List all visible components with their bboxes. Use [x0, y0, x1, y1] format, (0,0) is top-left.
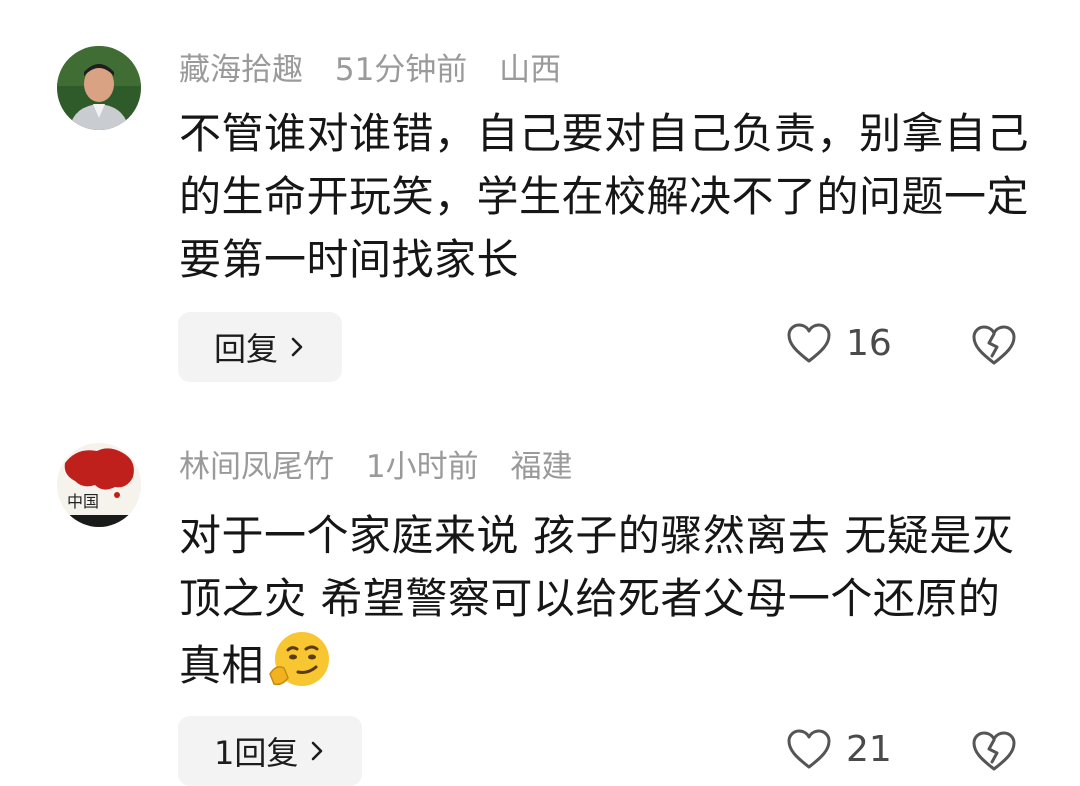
avatar[interactable]: 中国 — [57, 443, 141, 527]
location: 福建 — [510, 449, 573, 485]
like-count: 21 — [846, 728, 892, 770]
heart-outline-icon — [787, 729, 831, 769]
username[interactable]: 藏海拾趣 — [179, 52, 303, 88]
chevron-right-icon — [312, 741, 323, 761]
timestamp: 51分钟前 — [334, 52, 468, 88]
like-count: 16 — [846, 322, 892, 364]
reply-button[interactable]: 回复 — [178, 312, 343, 382]
username[interactable]: 林间凤尾竹 — [179, 449, 334, 485]
person-photo-avatar-icon — [57, 46, 141, 130]
broken-heart-icon — [972, 731, 1016, 771]
reply-label: 回复 — [214, 330, 279, 368]
avatar[interactable] — [57, 46, 141, 130]
heart-outline-icon — [787, 323, 831, 363]
dislike-button[interactable] — [971, 324, 1017, 370]
smirk-thinking-emoji-icon — [266, 630, 332, 705]
dislike-button[interactable] — [971, 730, 1017, 776]
chevron-right-icon — [291, 337, 303, 357]
china-map-avatar-icon: 中国 — [57, 443, 141, 527]
reply-label: 1回复 — [214, 734, 299, 772]
like-button[interactable]: 16 — [786, 322, 892, 364]
reply-button[interactable]: 1回复 — [178, 716, 363, 786]
like-button[interactable]: 21 — [786, 728, 892, 770]
comment-meta: 林间凤尾竹 1小时前 福建 — [179, 445, 594, 489]
comment-meta: 藏海拾趣 51分钟前 山西 — [179, 48, 583, 92]
comment-text: 不管谁对谁错，自己要对自己负责，别拿自己的生命开玩笑，学生在校解决不了的问题一定… — [179, 109, 1030, 284]
comment-text: 对于一个家庭来说 孩子的骤然离去 无疑是灭顶之灾 希望警察可以给死者父母一个还原… — [179, 504, 1039, 705]
broken-heart-icon — [972, 325, 1016, 365]
svg-text:中国: 中国 — [67, 492, 99, 511]
timestamp: 1小时前 — [365, 449, 479, 485]
location: 山西 — [499, 52, 562, 88]
